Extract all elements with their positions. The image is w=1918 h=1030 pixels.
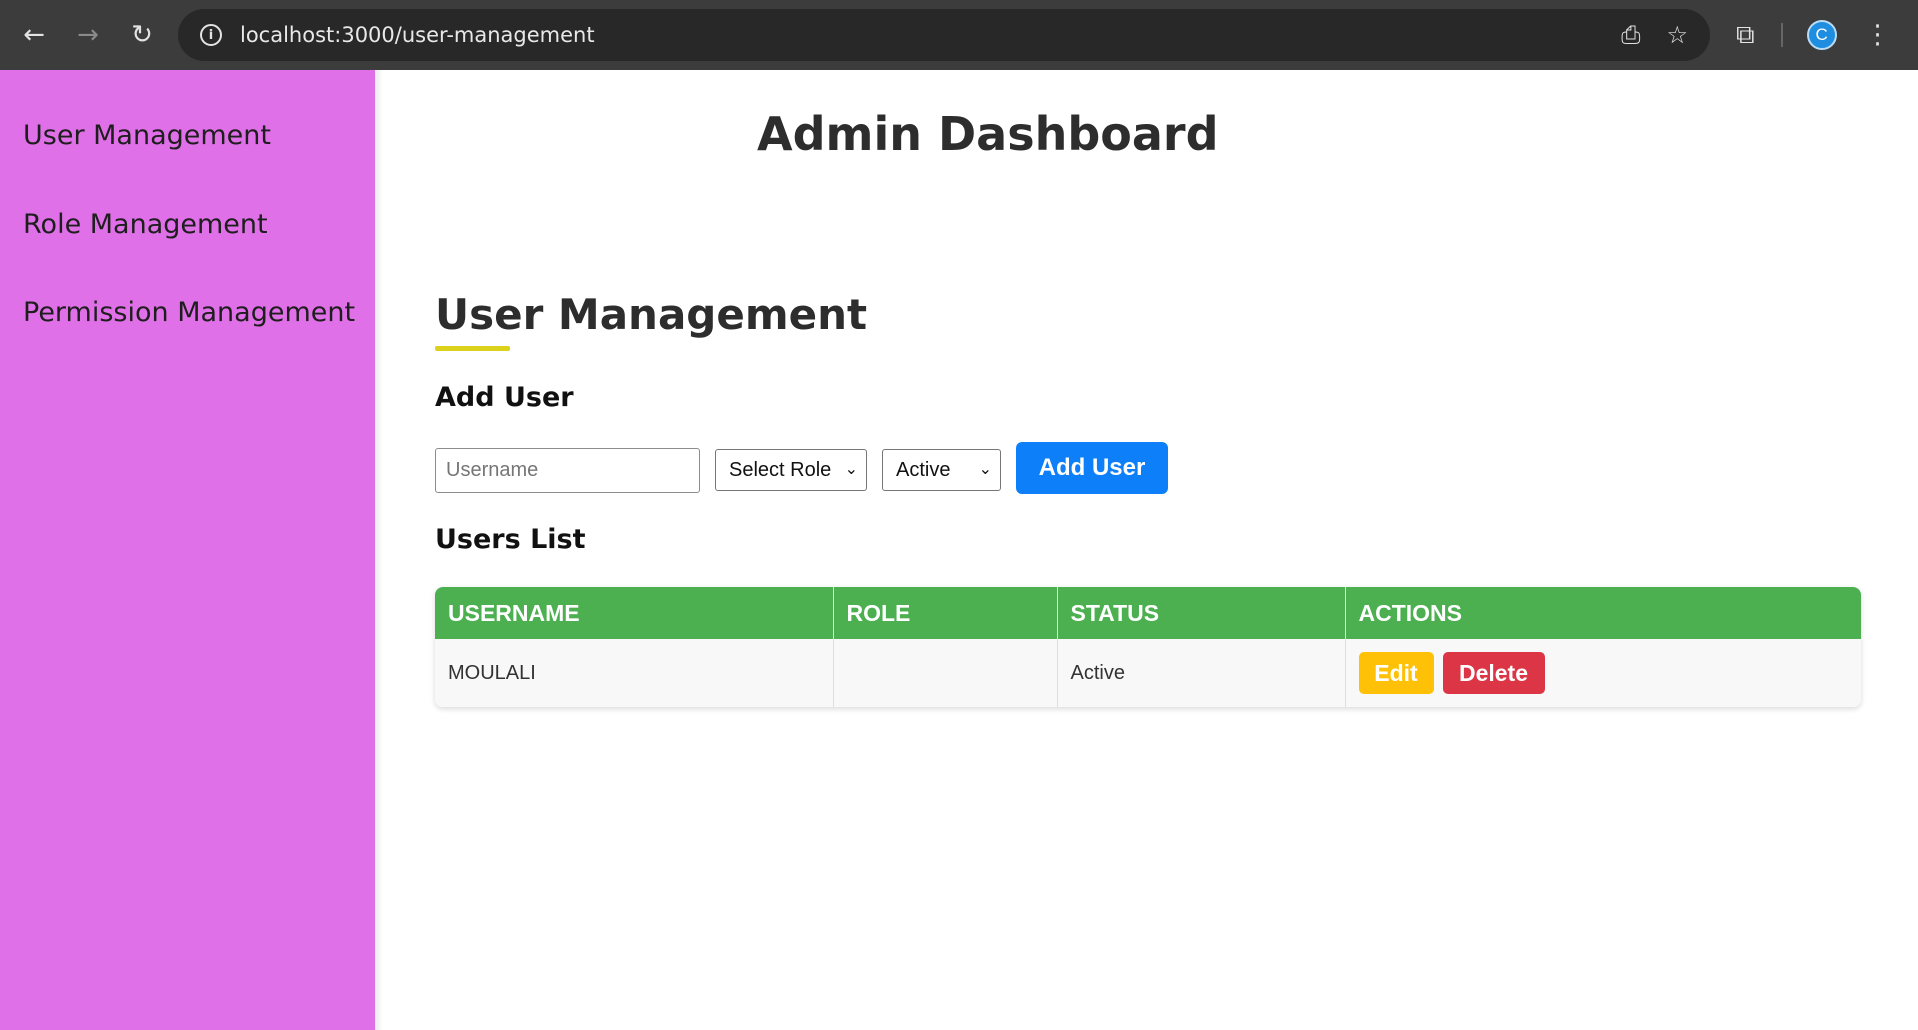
- users-table: USERNAME ROLE STATUS ACTIONS MOULALI Act…: [435, 587, 1861, 707]
- url-text[interactable]: localhost:3000/user-management: [240, 23, 595, 47]
- toolbar-divider: [1780, 23, 1783, 47]
- status-select-value: Active: [896, 458, 951, 481]
- column-header-status: STATUS: [1057, 587, 1346, 639]
- column-header-role: ROLE: [833, 587, 1058, 639]
- title-underline: [435, 346, 510, 351]
- table-row: MOULALI Active Edit Delete: [435, 639, 1861, 707]
- bookmark-star-icon[interactable]: ☆: [1666, 21, 1688, 49]
- edit-button[interactable]: Edit: [1358, 652, 1434, 694]
- sidebar-item-permission-management[interactable]: Permission Management: [23, 297, 355, 328]
- users-list-heading: Users List: [435, 524, 586, 555]
- reload-icon[interactable]: ↻: [122, 15, 162, 55]
- username-input[interactable]: [435, 448, 700, 493]
- forward-arrow-icon[interactable]: →: [68, 15, 108, 55]
- sidebar-item-role-management[interactable]: Role Management: [23, 209, 268, 240]
- site-info-icon[interactable]: i: [200, 24, 222, 46]
- delete-button[interactable]: Delete: [1442, 652, 1545, 694]
- profile-avatar[interactable]: C: [1806, 20, 1837, 50]
- chevron-down-icon: ⌄: [844, 459, 858, 478]
- sidebar-shadow: [375, 70, 383, 1030]
- back-arrow-icon[interactable]: ←: [14, 15, 54, 55]
- chevron-down-icon: ⌄: [978, 459, 992, 478]
- cell-username: MOULALI: [435, 639, 834, 707]
- cell-role: [833, 639, 1058, 707]
- cell-actions: Edit Delete: [1345, 639, 1861, 707]
- table-header-row: USERNAME ROLE STATUS ACTIONS: [435, 587, 1861, 639]
- status-select[interactable]: Active ⌄: [882, 449, 1001, 491]
- sidebar-item-user-management[interactable]: User Management: [23, 120, 271, 151]
- address-bar[interactable]: i localhost:3000/user-management ⎙ ☆: [178, 9, 1710, 61]
- add-user-heading: Add User: [435, 382, 574, 413]
- browser-toolbar: ← → ↻ i localhost:3000/user-management ⎙…: [0, 0, 1918, 70]
- column-header-username: USERNAME: [435, 587, 834, 639]
- browser-menu-icon[interactable]: ⋮: [1865, 20, 1891, 50]
- page-title: Admin Dashboard: [757, 107, 1219, 161]
- extensions-puzzle-icon[interactable]: ⧉: [1736, 20, 1755, 51]
- sidebar: User Management Role Management Permissi…: [0, 70, 375, 1030]
- role-select-value: Select Role: [729, 458, 832, 481]
- add-user-button[interactable]: Add User: [1016, 442, 1168, 494]
- role-select[interactable]: Select Role ⌄: [715, 449, 867, 491]
- install-app-icon[interactable]: ⎙: [1621, 21, 1640, 49]
- section-title: User Management: [435, 290, 868, 339]
- cell-status: Active: [1057, 639, 1346, 707]
- column-header-actions: ACTIONS: [1345, 587, 1861, 639]
